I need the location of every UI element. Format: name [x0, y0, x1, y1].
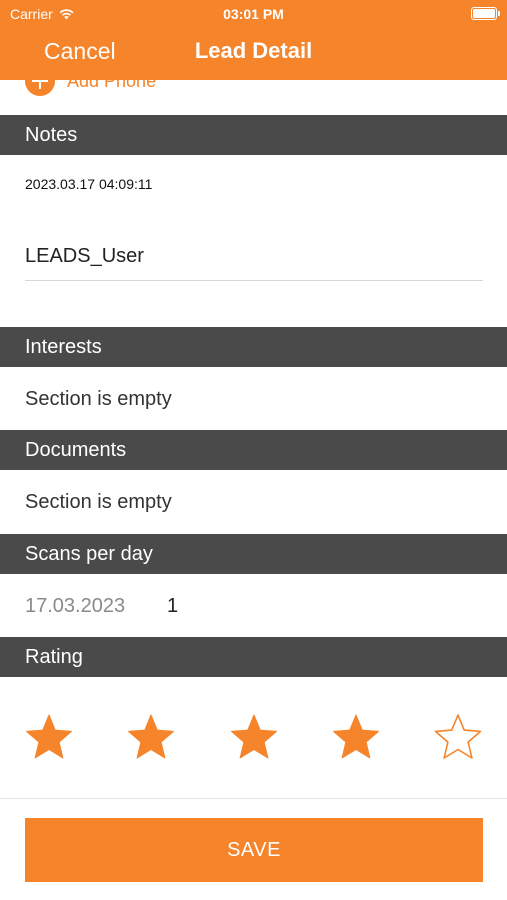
star-icon-4[interactable] — [331, 712, 381, 762]
notes-section-header: Notes — [0, 115, 507, 155]
rating-stars — [0, 712, 507, 762]
plus-circle-icon — [25, 80, 55, 96]
note-timestamp: 2023.03.17 04:09:11 — [25, 176, 153, 192]
status-time: 03:01 PM — [223, 6, 284, 22]
navigation-bar: Carrier 03:01 PM Cancel Lead Detail — [0, 0, 507, 80]
add-phone-button[interactable]: Add Phone — [25, 80, 156, 96]
battery-level — [473, 9, 495, 18]
battery-icon — [471, 7, 500, 20]
battery-nub — [498, 11, 500, 16]
star-icon-2[interactable] — [126, 712, 176, 762]
add-phone-label: Add Phone — [67, 80, 157, 91]
scan-count: 1 — [167, 595, 179, 617]
interests-empty-text: Section is empty — [25, 388, 172, 410]
documents-empty-text: Section is empty — [25, 491, 172, 513]
save-button[interactable]: SAVE — [25, 818, 483, 882]
rating-section-header: Rating — [0, 637, 507, 677]
interests-section-header: Interests — [0, 327, 507, 367]
status-bar: Carrier 03:01 PM — [0, 0, 507, 28]
lead-detail-scroll[interactable]: Add Phone Notes 2023.03.17 04:09:11 LEAD… — [0, 80, 507, 798]
scans-section-header: Scans per day — [0, 534, 507, 574]
star-icon-3[interactable] — [229, 712, 279, 762]
star-icon-5[interactable] — [433, 712, 483, 762]
documents-section-header: Documents — [0, 430, 507, 470]
note-divider — [25, 280, 483, 281]
scan-date: 17.03.2023 — [25, 595, 126, 617]
footer-divider — [0, 798, 507, 799]
note-user-field[interactable]: LEADS_User — [25, 245, 144, 268]
star-icon-1[interactable] — [24, 712, 74, 762]
cancel-button[interactable]: Cancel — [44, 38, 116, 65]
